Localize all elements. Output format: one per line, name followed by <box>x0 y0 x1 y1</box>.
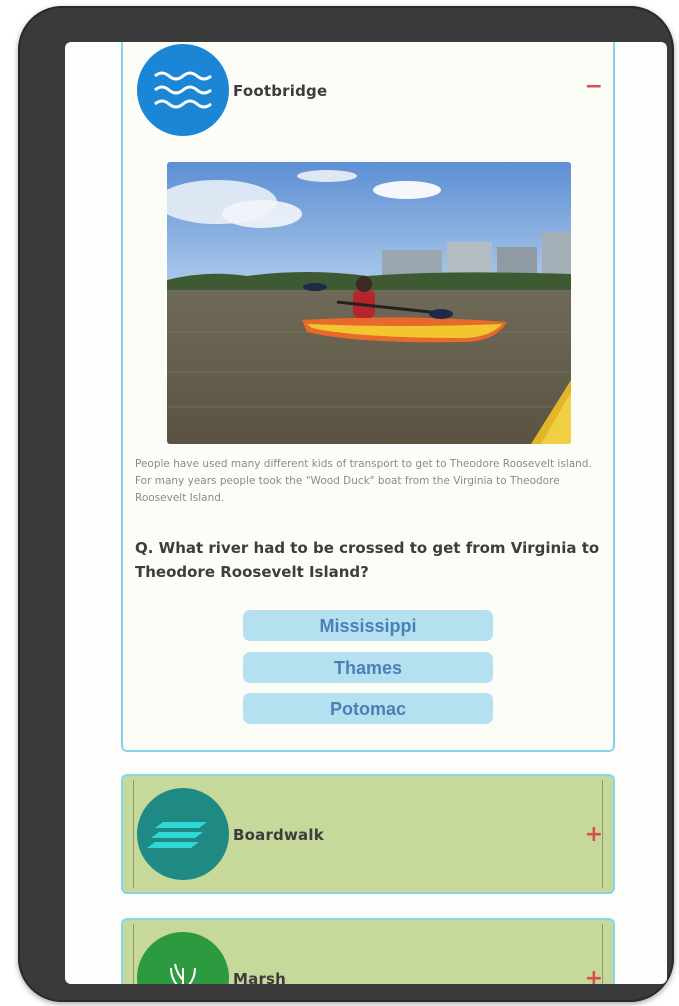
kayak-photo <box>167 162 571 444</box>
section-marsh[interactable]: Marsh + <box>121 918 615 984</box>
waves-icon <box>137 44 229 136</box>
section-title: Footbridge <box>233 82 328 100</box>
answer-button-thames[interactable]: Thames <box>243 652 493 683</box>
section-caption: People have used many different kids of … <box>135 458 592 504</box>
section-title: Boardwalk <box>233 826 324 844</box>
section-boardwalk[interactable]: Boardwalk + <box>121 774 615 894</box>
reeds-icon <box>137 932 229 984</box>
divider <box>133 780 134 888</box>
boardwalk-icon <box>137 788 229 880</box>
marsh-badge <box>137 932 229 984</box>
answer-button-potomac[interactable]: Potomac <box>243 693 493 724</box>
app-screen: Footbridge − People have used many diffe… <box>65 42 667 984</box>
quiz-question: Q. What river had to be crossed to get f… <box>135 539 600 581</box>
collapse-toggle[interactable]: − <box>585 76 603 98</box>
footbridge-badge <box>137 44 229 136</box>
tablet-frame: Footbridge − People have used many diffe… <box>18 6 674 1002</box>
divider <box>133 924 134 984</box>
answer-button-mississippi[interactable]: Mississippi <box>243 610 493 641</box>
expand-toggle[interactable]: + <box>585 968 603 985</box>
section-footbridge: Footbridge − People have used many diffe… <box>121 42 615 752</box>
section-title: Marsh <box>233 970 287 984</box>
expand-toggle[interactable]: + <box>585 824 603 846</box>
boardwalk-badge <box>137 788 229 880</box>
